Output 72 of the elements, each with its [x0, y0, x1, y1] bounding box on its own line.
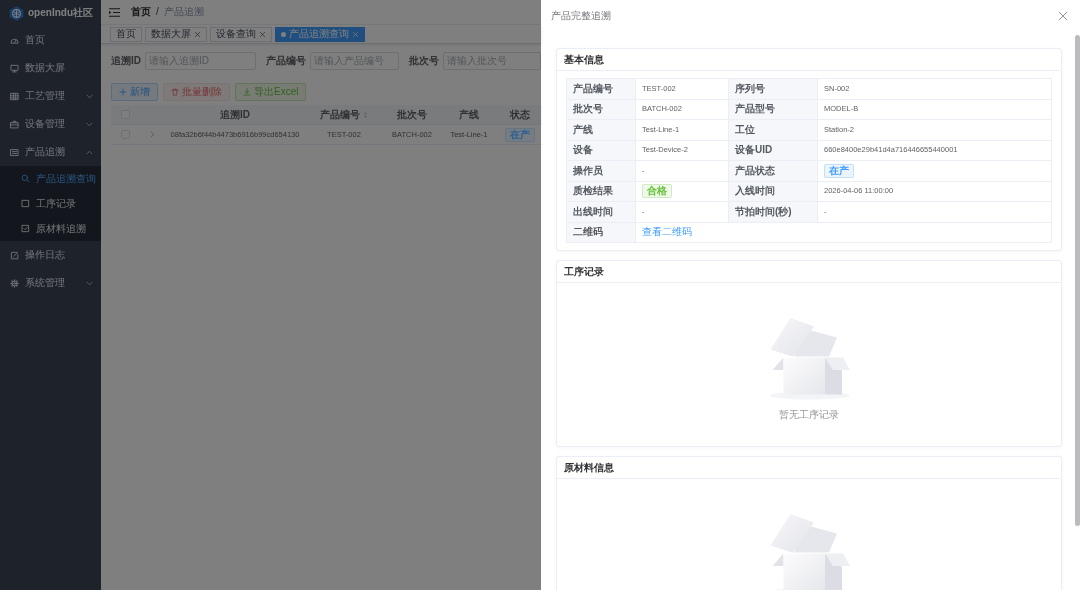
close-icon[interactable]	[194, 30, 201, 38]
menu-item[interactable]: 操作日志	[0, 241, 101, 269]
field-label: 产品状态	[729, 161, 818, 182]
field-label: 入线时间	[729, 181, 818, 202]
search-label: 批次号	[408, 54, 439, 67]
dot-icon	[281, 31, 286, 37]
submenu-item[interactable]: 工序记录	[0, 191, 101, 216]
square-icon	[21, 199, 30, 208]
tab[interactable]: 设备查询	[210, 26, 272, 42]
column-header: 产品编号	[320, 108, 360, 121]
column-header: 批次号	[397, 108, 427, 121]
drawer-title: 产品完整追溯	[551, 10, 611, 22]
briefcase-icon	[10, 119, 19, 129]
edit-icon	[10, 250, 19, 260]
sort-icon[interactable]	[363, 110, 368, 119]
close-button[interactable]	[1058, 11, 1068, 21]
menu-icon[interactable]	[109, 7, 120, 17]
field-label: 操作员	[567, 161, 636, 182]
plus-icon	[119, 88, 127, 96]
monitor-icon	[10, 63, 19, 73]
field-label: 产线	[567, 120, 636, 141]
hexagon-logo-icon	[9, 5, 24, 21]
search-icon	[21, 174, 30, 183]
field-label: 质检结果	[567, 181, 636, 202]
section-title: 基本信息	[564, 53, 604, 66]
tab[interactable]: 数据大屏	[145, 26, 207, 42]
view-link[interactable]: 查看二维码	[642, 226, 692, 239]
search-label: 产品编号	[266, 54, 307, 67]
close-icon	[1058, 11, 1068, 21]
field-label: 节拍时间(秒)	[729, 202, 818, 223]
breadcrumb-separator: /	[156, 6, 159, 18]
settings-icon	[10, 278, 19, 288]
field-label: 序列号	[729, 79, 818, 100]
menu-item[interactable]: 设备管理	[0, 110, 101, 138]
add-button[interactable]: 新增	[111, 83, 158, 101]
field-label: 设备	[567, 140, 636, 161]
menu-item[interactable]: 系统管理	[0, 269, 101, 297]
section-title: 工序记录	[564, 265, 604, 278]
submenu-item[interactable]: 产品追溯查询	[0, 166, 101, 191]
field-label: 产品编号	[567, 79, 636, 100]
close-icon[interactable]	[259, 30, 266, 38]
grid-icon	[10, 91, 19, 101]
menu-item[interactable]: 首页	[0, 26, 101, 54]
field-label: 二维码	[567, 222, 636, 243]
submenu-item[interactable]: 原材料追溯	[0, 216, 101, 241]
column-header: 产线	[459, 108, 479, 121]
status-tag: 在产	[504, 127, 535, 142]
chevron-right-icon[interactable]	[149, 131, 156, 138]
menu-item[interactable]: 工艺管理	[0, 82, 101, 110]
search-label: 追溯ID	[111, 54, 141, 67]
scrollbar-thumb[interactable]	[1075, 35, 1080, 526]
check-square-icon	[21, 224, 30, 233]
field-label: 产品型号	[729, 99, 818, 120]
section-title: 原材料信息	[564, 461, 614, 474]
field-label: 批次号	[567, 99, 636, 120]
status-tag: 在产	[824, 163, 854, 178]
field-label: 设备UID	[729, 140, 818, 161]
menu-item[interactable]: 产品追溯	[0, 138, 101, 166]
breadcrumb-link[interactable]: 首页	[131, 6, 151, 18]
tab[interactable]: 产品追溯查询	[275, 26, 365, 42]
trash-icon	[171, 88, 179, 96]
column-header: 状态	[509, 108, 530, 121]
document-icon	[10, 147, 19, 157]
download-icon	[243, 88, 251, 96]
empty-text: 暂无工序记录	[779, 409, 839, 421]
brand-name: openIndu社区	[28, 7, 93, 19]
field-label: 工位	[729, 120, 818, 141]
status-tag: 合格	[642, 184, 672, 199]
tab[interactable]: 首页	[110, 26, 142, 42]
menu-item[interactable]: 数据大屏	[0, 54, 101, 82]
column-header: 追溯ID	[220, 108, 250, 121]
field-label: 出线时间	[567, 202, 636, 223]
